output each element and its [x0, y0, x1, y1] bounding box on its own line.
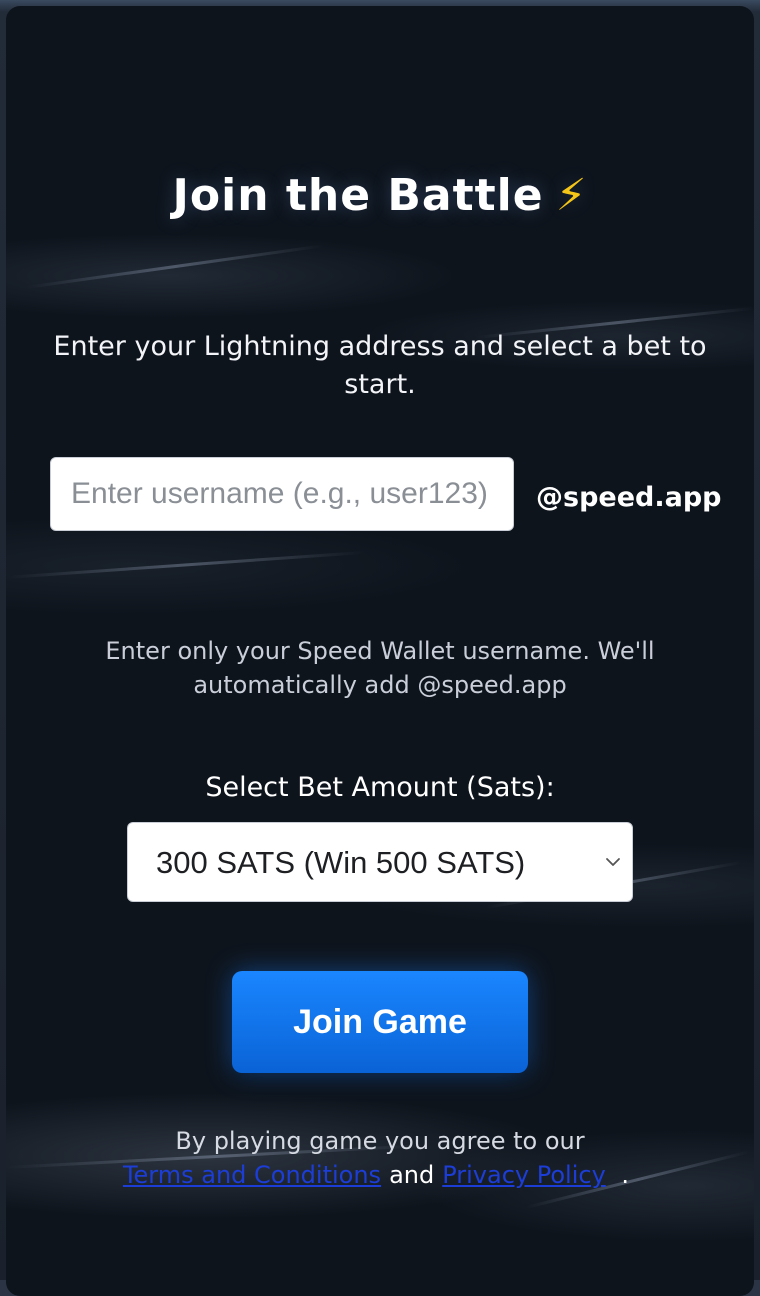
join-card: Join the Battle ⚡ Enter your Lightning ad…	[6, 6, 754, 1296]
username-input[interactable]	[50, 457, 514, 531]
terms-suffix: .	[621, 1161, 630, 1189]
terms-links-line: Terms and Conditions and Privacy Policy .	[6, 1158, 754, 1192]
terms-prefix: By playing game you agree to our	[175, 1127, 585, 1155]
terms-notice: By playing game you agree to our Terms a…	[6, 1124, 754, 1192]
bet-amount-selected: 300 SATS (Win 500 SATS)	[156, 845, 526, 880]
bet-amount-select[interactable]: 300 SATS (Win 500 SATS)	[127, 822, 633, 902]
terms-and-conditions-link[interactable]: Terms and Conditions	[123, 1161, 381, 1189]
chevron-down-icon	[606, 858, 620, 866]
intro-text: Enter your Lightning address and select …	[53, 331, 707, 400]
privacy-policy-link[interactable]: Privacy Policy	[442, 1161, 606, 1189]
join-game-button[interactable]: Join Game	[232, 971, 528, 1073]
domain-suffix: @speed.app	[536, 482, 722, 513]
terms-conjunction: and	[389, 1161, 435, 1189]
page-title-text: Join the Battle	[172, 170, 544, 221]
background-streak	[6, 550, 366, 579]
background-streak	[25, 244, 324, 289]
bet-amount-label: Select Bet Amount (Sats):	[205, 772, 555, 803]
page-title: Join the Battle ⚡	[6, 170, 754, 221]
lightning-bolt-icon: ⚡	[555, 170, 588, 221]
username-hint: Enter only your Speed Wallet username. W…	[105, 637, 655, 699]
screen-frame: Join the Battle ⚡ Enter your Lightning ad…	[0, 0, 760, 1296]
